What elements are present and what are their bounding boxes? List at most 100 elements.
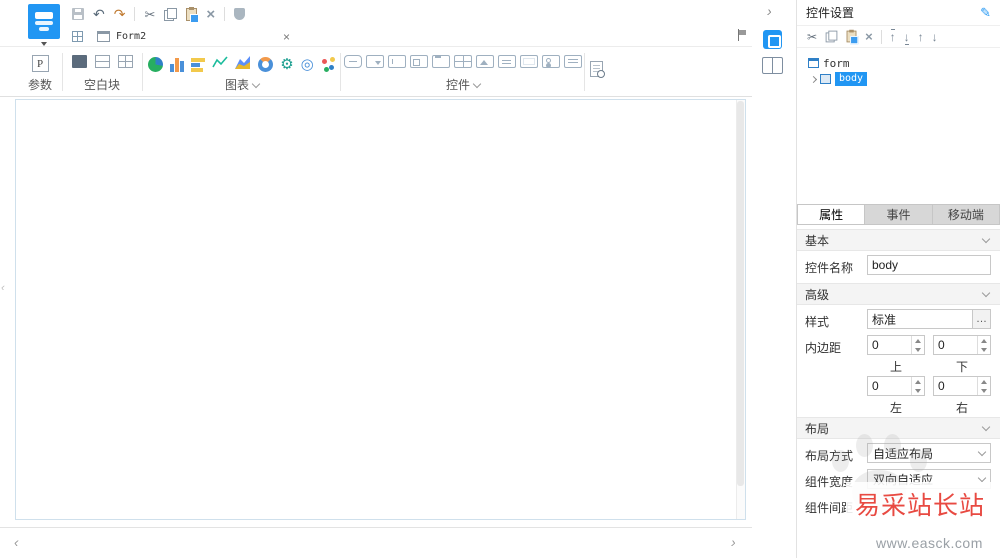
pie-chart-icon[interactable] [148,57,163,72]
chevron-down-icon [978,473,986,481]
spinner-down-icon[interactable] [981,389,987,393]
spinner-down-icon[interactable] [915,348,921,352]
edit-icon[interactable]: ✎ [980,6,991,19]
control-name-input[interactable] [872,258,986,272]
padding-bottom-stepper[interactable] [933,335,991,355]
move-bottom-icon[interactable]: ↓ [904,31,910,43]
chevron-down-icon [982,422,990,430]
stepper-arrows[interactable] [977,336,990,354]
horizontal-bar-chart-icon[interactable] [191,57,205,72]
selection-tool-icon[interactable] [763,30,782,49]
parameter-icon[interactable]: P [32,55,49,72]
section-layout[interactable]: 布局 [797,417,1000,439]
padding-bottom-input[interactable] [938,338,974,352]
section-basic[interactable]: 基本 [797,229,1000,251]
stepper-arrows[interactable] [911,377,924,395]
spinner-up-icon[interactable] [981,380,987,384]
left-panel-collapse-icon[interactable]: ‹ [1,283,5,294]
padding-left-stepper[interactable] [867,376,925,396]
inspector-tabs: 属性 事件 移动端 [797,204,1000,225]
spinner-down-icon[interactable] [981,348,987,352]
vertical-scrollbar[interactable] [736,100,745,519]
area-chart-icon[interactable] [235,55,251,73]
donut-chart-icon[interactable] [258,57,273,72]
combobox-control-icon[interactable] [366,55,384,68]
tab-mobile[interactable]: 移动端 [933,204,1000,225]
delete-icon[interactable]: × [865,30,873,43]
shield-icon[interactable] [234,8,245,20]
padding-left-input[interactable] [872,379,908,393]
cut-icon[interactable]: ✂ [807,31,817,43]
chevron-right-icon[interactable] [810,75,817,82]
list-control-icon[interactable] [564,55,582,68]
tab-control-icon[interactable] [432,55,450,68]
move-top-icon[interactable]: ↑ [890,31,896,43]
spinner-up-icon[interactable] [981,339,987,343]
grid-block-icon[interactable] [118,55,133,68]
layout-mode-select[interactable]: 自适应布局 [867,443,991,463]
radiolist-control-icon[interactable] [542,55,560,68]
move-down-icon[interactable]: ↓ [932,31,938,43]
ribbon-group-parameters: P 参数 [20,47,60,96]
spinner-down-icon[interactable] [915,389,921,393]
form-node-icon [808,58,819,68]
tree-item-body[interactable]: body [797,71,1000,87]
tree-item-form[interactable]: form [797,55,1000,71]
charts-dropdown[interactable]: 图表 [225,79,259,91]
table-control-icon[interactable] [454,55,472,68]
copy-icon[interactable] [164,8,177,21]
style-input[interactable] [872,312,968,326]
stepper-arrows[interactable] [977,377,990,395]
section-advanced[interactable]: 高级 [797,283,1000,305]
checkbox-control-icon[interactable] [410,55,428,68]
padding-top-input[interactable] [872,338,908,352]
group-label-blank-blocks: 空白块 [84,79,120,91]
container-control-icon[interactable] [520,55,538,68]
bar-chart-icon[interactable] [170,57,184,72]
number-control-icon[interactable] [498,55,516,68]
redo-icon[interactable]: ↷ [114,7,126,21]
spinner-up-icon[interactable] [915,380,921,384]
controls-dropdown[interactable]: 控件 [446,79,480,91]
button-control-icon[interactable] [344,55,362,68]
padding-right-stepper[interactable] [933,376,991,396]
design-canvas[interactable] [15,99,746,520]
stepper-arrows[interactable] [911,336,924,354]
spinner-up-icon[interactable] [915,339,921,343]
cut-icon[interactable]: ✂ [144,8,155,21]
gear-chart-icon[interactable]: ⚙ [280,57,293,72]
grid-view-icon[interactable] [72,31,83,42]
vertical-scrollbar-thumb[interactable] [737,101,744,486]
app-logo-button[interactable] [28,4,60,39]
paste-icon[interactable] [847,31,857,43]
tab-form2[interactable]: Form2 × [91,27,296,46]
style-more-button[interactable]: … [972,309,991,329]
undo-icon[interactable]: ↶ [93,7,105,21]
tab-events[interactable]: 事件 [865,204,932,225]
solid-block-icon[interactable] [72,55,87,68]
padding-top-stepper[interactable] [867,335,925,355]
copy-icon[interactable] [826,31,838,43]
textbox-control-icon[interactable] [388,55,406,68]
scroll-left-icon[interactable]: ‹ [14,535,19,549]
page-preview-icon[interactable] [590,61,603,77]
tab-properties[interactable]: 属性 [797,204,865,225]
padding-right-input[interactable] [938,379,974,393]
bubble-chart-icon[interactable]: ◎ [301,57,314,72]
move-up-icon[interactable]: ↑ [918,31,924,43]
line-chart-icon[interactable] [212,55,228,73]
image-control-icon[interactable] [476,55,494,68]
quick-toolbar: ↶ ↷ ✂ × [72,6,245,22]
style-field[interactable] [867,309,973,329]
layout-panel-icon[interactable] [762,57,783,74]
panel-expand-icon[interactable]: › [767,4,772,18]
control-name-field[interactable] [867,255,991,275]
scatter-chart-icon[interactable] [321,57,336,72]
save-icon[interactable] [72,8,84,20]
delete-icon[interactable]: × [206,7,215,22]
split-block-icon[interactable] [95,55,110,68]
tab-close-icon[interactable]: × [283,31,290,43]
paste-icon[interactable] [186,8,197,21]
scroll-right-icon[interactable]: › [731,535,736,549]
ribbon-pin-icon[interactable] [737,29,747,41]
